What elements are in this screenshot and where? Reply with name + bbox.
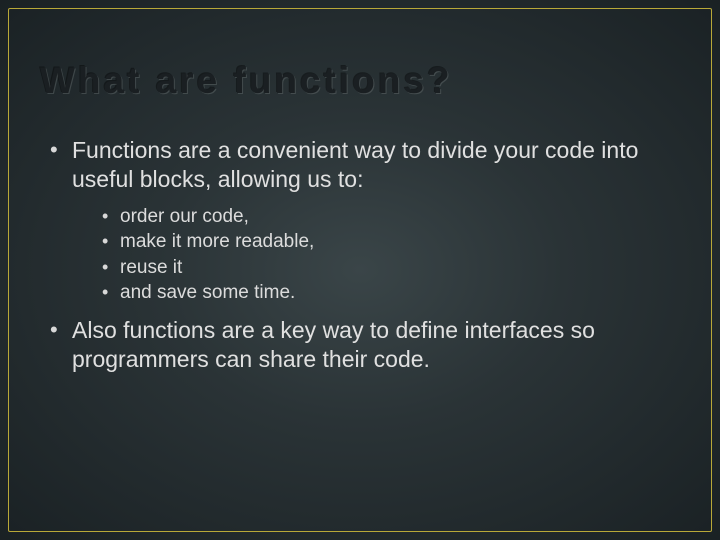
sub-bullet-list: order our code, make it more readable, r…	[72, 204, 680, 307]
sub-bullet-text: make it more readable,	[120, 231, 314, 252]
list-item: order our code,	[100, 204, 680, 230]
slide-title: What are functions?	[40, 60, 680, 102]
list-item: and save some time.	[100, 280, 680, 306]
list-item: Also functions are a key way to define i…	[46, 316, 680, 374]
bullet-text: Also functions are a key way to define i…	[72, 317, 595, 372]
bullet-text: Functions are a convenient way to divide…	[72, 137, 638, 192]
slide-content: What are functions? Functions are a conv…	[0, 0, 720, 540]
list-item: make it more readable,	[100, 229, 680, 255]
list-item: reuse it	[100, 255, 680, 281]
list-item: Functions are a convenient way to divide…	[46, 136, 680, 306]
sub-bullet-text: order our code,	[120, 206, 249, 227]
sub-bullet-text: and save some time.	[120, 282, 295, 303]
bullet-list: Functions are a convenient way to divide…	[40, 136, 680, 374]
sub-bullet-text: reuse it	[120, 257, 182, 278]
